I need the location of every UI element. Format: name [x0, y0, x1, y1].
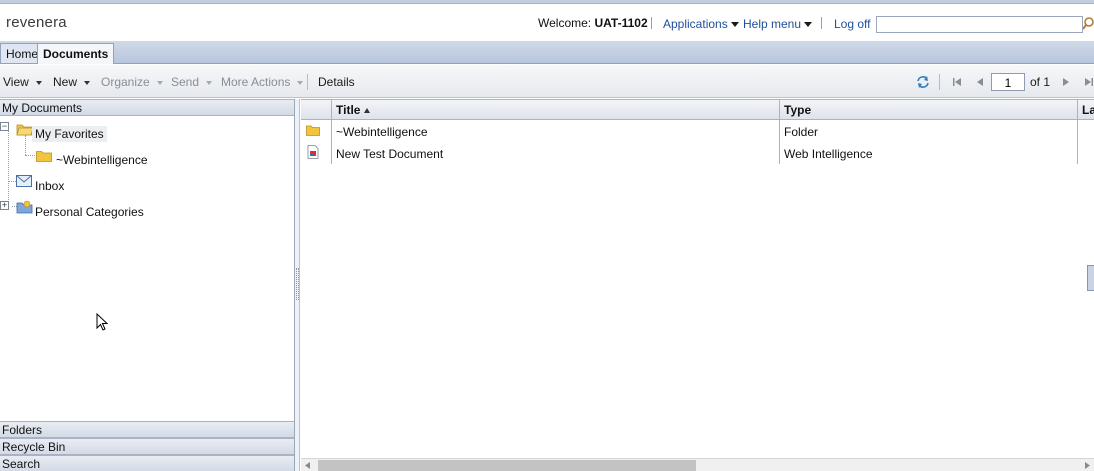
last-page-icon[interactable] — [1083, 76, 1094, 88]
mouse-cursor-icon — [96, 313, 108, 331]
title-column-label: Title — [336, 103, 361, 117]
username: UAT-1102 — [594, 16, 648, 30]
chevron-down-icon — [804, 22, 813, 28]
my-documents-header[interactable]: My Documents — [0, 99, 294, 116]
toolbar-separator — [307, 74, 308, 90]
page-number-input[interactable] — [991, 73, 1025, 91]
details-button[interactable]: Details — [318, 75, 355, 89]
column-header-last-run[interactable]: La — [1082, 103, 1094, 117]
collapse-details-panel-tab[interactable] — [1087, 265, 1094, 291]
folders-section-header[interactable]: Folders — [0, 421, 294, 438]
organize-label: Organize — [101, 75, 150, 89]
send-label: Send — [171, 75, 200, 89]
search-icon[interactable] — [1083, 15, 1094, 33]
welcome-label: Welcome: — [538, 16, 592, 30]
more-actions-label: More Actions — [221, 75, 291, 89]
horizontal-scrollbar[interactable] — [301, 458, 1094, 471]
scrollbar-thumb[interactable] — [318, 460, 696, 471]
row-type: Folder — [784, 125, 819, 139]
tree-line — [25, 135, 26, 155]
chevron-down-icon — [297, 80, 304, 85]
tree-item-webintelligence[interactable]: ~Webintelligence — [56, 153, 148, 167]
app-header: revenera Welcome: UAT-1102 Applications … — [0, 4, 1094, 41]
welcome-text: Welcome: UAT-1102 — [538, 16, 648, 30]
more-actions-menu-button[interactable]: More Actions — [221, 75, 304, 89]
refresh-icon[interactable] — [916, 75, 930, 89]
inbox-icon — [16, 175, 32, 187]
tree-item-my-favorites[interactable]: My Favorites — [32, 126, 107, 142]
chevron-down-icon — [35, 80, 42, 85]
column-header-title[interactable]: Title — [336, 103, 371, 117]
scroll-left-icon[interactable] — [305, 462, 311, 469]
toolbar: View New Organize Send More Actions Deta… — [0, 65, 1094, 98]
folder-icon — [306, 125, 320, 136]
first-page-icon[interactable] — [951, 76, 963, 88]
chevron-down-icon — [156, 80, 163, 85]
chevron-down-icon — [730, 22, 739, 28]
tab-documents[interactable]: Documents — [37, 43, 115, 64]
tree-line — [8, 181, 16, 182]
applications-menu[interactable]: Applications — [663, 17, 739, 31]
scroll-right-icon[interactable] — [1085, 462, 1091, 469]
webi-document-icon — [307, 145, 319, 159]
column-divider — [331, 99, 332, 164]
collapse-favorites-toggle[interactable]: − — [0, 122, 9, 131]
expand-personal-categories-toggle[interactable]: + — [0, 201, 9, 210]
organize-menu-button[interactable]: Organize — [101, 75, 163, 89]
row-title[interactable]: New Test Document — [336, 147, 443, 161]
search-input[interactable] — [876, 16, 1083, 33]
toolbar-separator — [939, 74, 940, 90]
search-section-header[interactable]: Search — [0, 455, 294, 471]
tree-line — [8, 130, 9, 210]
new-label: New — [53, 75, 78, 89]
header-separator — [651, 17, 652, 29]
previous-page-icon[interactable] — [974, 76, 986, 88]
page-count: of 1 — [1030, 75, 1051, 89]
logoff-link[interactable]: Log off — [834, 17, 870, 31]
documents-grid: Title Type La ~Webintelligence Folder Ne… — [301, 99, 1094, 471]
send-menu-button[interactable]: Send — [171, 75, 213, 89]
row-title[interactable]: ~Webintelligence — [336, 125, 428, 139]
new-menu-button[interactable]: New — [53, 75, 91, 89]
chevron-down-icon — [206, 80, 213, 85]
row-type: Web Intelligence — [784, 147, 873, 161]
help-menu[interactable]: Help menu — [743, 17, 813, 31]
column-header-type[interactable]: Type — [784, 103, 811, 117]
view-label: View — [3, 75, 29, 89]
left-panel: My Documents − My Favorites ~Webintellig… — [0, 99, 295, 471]
next-page-icon[interactable] — [1060, 76, 1072, 88]
column-divider — [1077, 99, 1078, 164]
tree-line — [25, 155, 35, 156]
recycle-bin-section-header[interactable]: Recycle Bin — [0, 438, 294, 455]
applications-label: Applications — [663, 17, 728, 31]
folder-icon — [36, 151, 52, 162]
splitter-grip[interactable] — [296, 268, 299, 300]
grid-header: Title Type La — [301, 99, 1094, 120]
categories-icon — [16, 200, 33, 214]
tab-bar: Home Documents — [0, 41, 1094, 64]
sort-ascending-icon — [364, 108, 371, 114]
help-menu-label: Help menu — [743, 17, 802, 31]
column-divider — [779, 99, 780, 164]
view-menu-button[interactable]: View — [3, 75, 42, 89]
chevron-down-icon — [84, 80, 91, 85]
tree-item-personal-categories[interactable]: Personal Categories — [35, 205, 144, 219]
header-separator — [821, 17, 822, 29]
tree-item-inbox[interactable]: Inbox — [35, 179, 64, 193]
brand-logo: revenera — [6, 14, 67, 31]
